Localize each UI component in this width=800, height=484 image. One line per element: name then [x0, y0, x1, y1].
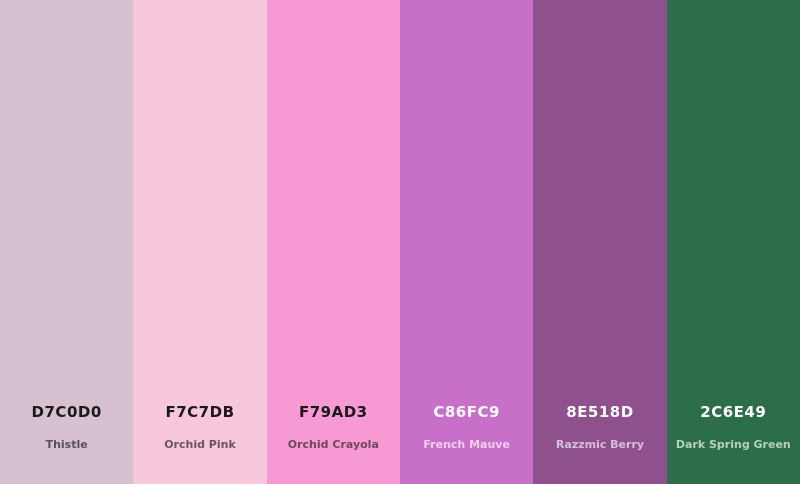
swatch-dark-spring-green[interactable]: 2C6E49 Dark Spring Green	[666, 0, 800, 484]
swatch-hex-code: 8E518D	[566, 403, 634, 421]
swatch-hex-code: F79AD3	[299, 403, 368, 421]
swatch-french-mauve[interactable]: C86FC9 French Mauve	[399, 0, 534, 484]
swatch-color-name: Dark Spring Green	[675, 438, 791, 451]
swatch-color-name: Orchid Pink	[164, 438, 236, 451]
swatch-orchid-pink[interactable]: F7C7DB Orchid Pink	[133, 0, 267, 484]
swatch-hex-code: D7C0D0	[31, 403, 102, 421]
swatch-color-name: Orchid Crayola	[287, 438, 379, 451]
swatch-orchid-crayola[interactable]: F79AD3 Orchid Crayola	[266, 0, 400, 484]
swatch-hex-code: 2C6E49	[700, 403, 767, 421]
swatch-color-name: French Mauve	[423, 438, 510, 451]
swatch-hex-code: F7C7DB	[165, 403, 235, 421]
swatch-thistle[interactable]: D7C0D0 Thistle	[0, 0, 134, 484]
color-palette: D7C0D0 Thistle F7C7DB Orchid Pink F79AD3…	[0, 0, 800, 484]
swatch-color-name: Razzmic Berry	[555, 438, 645, 451]
swatch-razzmic-berry[interactable]: 8E518D Razzmic Berry	[533, 0, 667, 484]
swatch-hex-code: C86FC9	[433, 403, 500, 421]
swatch-color-name: Thistle	[45, 438, 88, 451]
